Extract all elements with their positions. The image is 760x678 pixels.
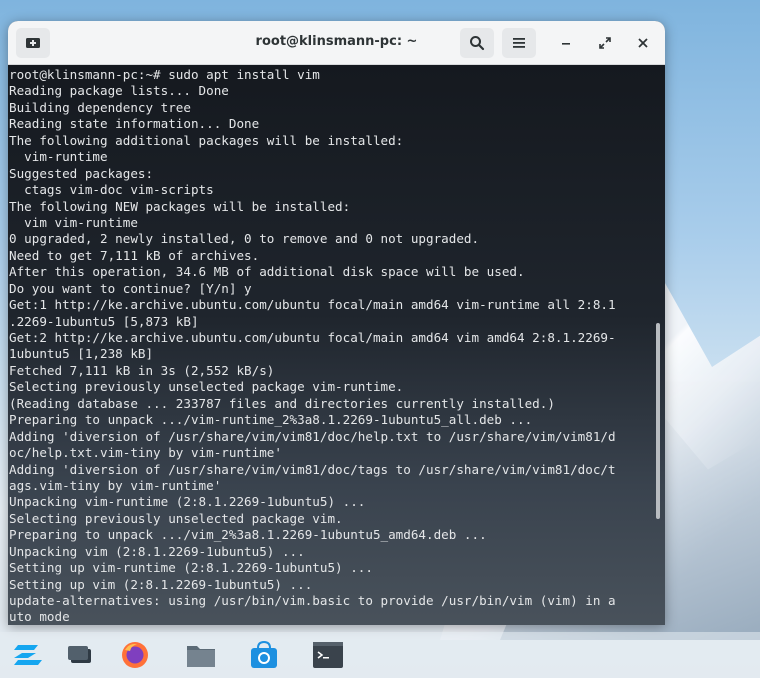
show-desktop-icon	[68, 646, 91, 663]
terminal-line: After this operation, 34.6 MB of additio…	[9, 264, 525, 280]
scrollbar[interactable]	[656, 323, 660, 519]
terminal-line: Unpacking vim-runtime (2:8.1.2269-1ubunt…	[9, 494, 366, 510]
terminal-line: Reading state information... Done	[9, 116, 260, 132]
taskbar	[0, 632, 760, 678]
terminal-line: Preparing to unpack .../vim_2%3a8.1.2269…	[9, 527, 487, 543]
files-icon	[187, 646, 215, 667]
terminal-line: Setting up vim-runtime (2:8.1.2269-1ubun…	[9, 560, 373, 576]
maximize-icon	[599, 37, 611, 49]
terminal-line: Need to get 7,111 kB of archives.	[9, 247, 260, 263]
terminal-line: The following additional packages will b…	[9, 132, 404, 148]
search-icon	[470, 36, 485, 51]
menu-button[interactable]	[502, 28, 536, 58]
terminal-output[interactable]: root@klinsmann-pc:~# sudo apt install vi…	[8, 65, 665, 625]
close-button[interactable]	[631, 31, 655, 55]
terminal-line: Adding 'diversion of /usr/share/vim/vim8…	[9, 428, 616, 444]
terminal-line: Suggested packages:	[9, 165, 154, 181]
terminal-line: Preparing to unpack .../vim-runtime_2%3a…	[9, 412, 533, 428]
terminal-line: Reading package lists... Done	[9, 83, 229, 99]
terminal-line: Setting up vim (2:8.1.2269-1ubuntu5) ...	[9, 576, 313, 592]
terminal-line: Adding 'diversion of /usr/share/vim/vim8…	[9, 461, 616, 477]
show-desktop-button[interactable]	[66, 640, 96, 670]
title-bar: root@klinsmann-pc: ~	[8, 21, 665, 65]
terminal-line: Selecting previously unselected package …	[9, 379, 404, 395]
terminal-line: (Reading database ... 233787 files and d…	[9, 395, 555, 411]
terminal-line: .2269-1ubuntu5 [5,873 kB]	[9, 313, 199, 329]
close-icon	[638, 38, 648, 48]
terminal-app-button[interactable]	[313, 640, 343, 670]
terminal-line: Selecting previously unselected package …	[9, 510, 343, 526]
terminal-line: Unpacking vim (2:8.1.2269-1ubuntu5) ...	[9, 543, 305, 559]
terminal-line: root@klinsmann-pc:~# sudo apt install vi…	[9, 67, 320, 82]
terminal-app-icon	[313, 642, 343, 668]
terminal-line: vim-runtime	[9, 149, 108, 165]
terminal-line: Fetched 7,111 kB in 3s (2,552 kB/s)	[9, 362, 275, 378]
software-store-icon	[251, 641, 277, 668]
terminal-line: The following NEW packages will be insta…	[9, 198, 351, 214]
zorin-menu-icon	[14, 645, 42, 665]
hamburger-menu-icon	[513, 38, 525, 48]
terminal-line: ags.vim-tiny by vim-runtime'	[9, 477, 222, 493]
terminal-window: root@klinsmann-pc: ~ root@klinsmann-pc:~…	[8, 21, 665, 625]
terminal-line: 1ubuntu5 [1,238 kB]	[9, 346, 154, 362]
software-store-button[interactable]	[249, 640, 279, 670]
terminal-line: ctags vim-doc vim-scripts	[9, 182, 214, 198]
zorin-menu-button[interactable]	[13, 640, 43, 670]
terminal-line: update-alternatives: using /usr/bin/vim.…	[9, 593, 616, 608]
terminal-line: Do you want to continue? [Y/n] y	[9, 280, 252, 296]
minimize-icon	[562, 43, 570, 45]
firefox-icon	[122, 642, 148, 668]
maximize-button[interactable]	[593, 31, 617, 55]
terminal-line: oc/help.txt.vim-tiny by vim-runtime'	[9, 445, 282, 461]
terminal-line: vim vim-runtime	[9, 214, 138, 230]
terminal-line: Get:2 http://ke.archive.ubuntu.com/ubunt…	[9, 330, 616, 345]
terminal-line: Building dependency tree	[9, 99, 191, 115]
terminal-line: Get:1 http://ke.archive.ubuntu.com/ubunt…	[9, 297, 616, 313]
terminal-line: uto mode	[9, 609, 70, 625]
files-button[interactable]	[186, 640, 216, 670]
search-button[interactable]	[460, 28, 494, 58]
minimize-button[interactable]	[554, 31, 578, 55]
firefox-button[interactable]	[120, 640, 150, 670]
terminal-line: 0 upgraded, 2 newly installed, 0 to remo…	[9, 231, 480, 247]
